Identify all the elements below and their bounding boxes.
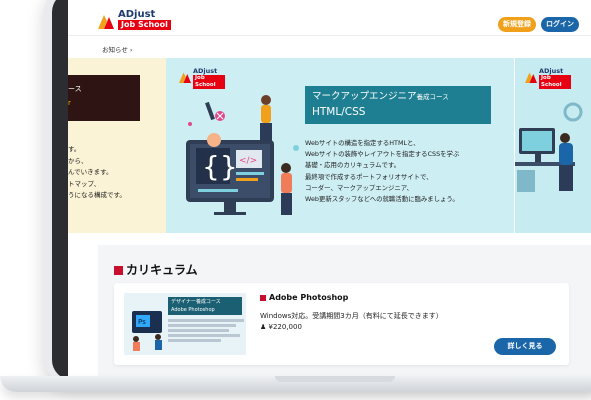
slide-logo-brand: ADjust <box>539 67 564 75</box>
course-title-box: マークアップエンジニア養成コース HTML/CSS <box>305 86 491 124</box>
slide-description: Webサイトの構造を指定するHTMLと、 Webサイトの装飾やレイアウトを指定す… <box>305 138 459 205</box>
user-icon: ♟ <box>260 323 267 331</box>
logo-mark-icon <box>179 72 191 83</box>
slide-title-line: r <box>68 99 71 107</box>
desc-line: Webサイトの装飾やレイアウトを指定するCSSを学ぶ <box>305 150 460 159</box>
laptop-mockup: ADjust Job School 新規登録 ログイン お知らせ › ース r … <box>0 0 591 400</box>
desc-line: んでいきます。 <box>68 168 113 176</box>
slide-logo-sub: Job School <box>539 75 571 89</box>
browser-screen: ADjust Job School 新規登録 ログイン お知らせ › ース r … <box>68 0 591 380</box>
desc-line: トマップ、 <box>68 179 101 188</box>
desc-line: す。 <box>68 145 81 153</box>
slide-logo: ADjust Job School <box>525 67 571 89</box>
course-name: Adobe Photoshop <box>260 293 348 302</box>
logo-brand: ADjust <box>118 9 156 20</box>
desc-line: から、 <box>68 156 88 165</box>
carousel-slide-prev[interactable]: ース r す。 から、 んでいきます。 トマップ、 うになる構成です。 <box>68 58 166 233</box>
carousel-pagination <box>320 237 360 252</box>
thumbnail-title: Adobe Photoshop <box>171 307 215 313</box>
desc-line: コーダー、マークアップエンジニア、 <box>305 183 413 192</box>
carousel-slide-active[interactable]: ADjust Job School {} </> マークアップエンジニア養成コー… <box>166 58 514 233</box>
svg-text:Ps: Ps <box>138 318 146 326</box>
svg-text:{}: {} <box>202 150 238 183</box>
thumbnail-header-line: デザイナー養成コース <box>171 299 221 305</box>
slide-description: す。 から、 んでいきます。 トマップ、 うになる構成です。 <box>68 144 126 202</box>
course-description: Windows対応。受講期間3カ月（有料にて延長できます） <box>260 312 443 320</box>
curriculum-section: カリキュラム Ps デザイナー養成コース Adobe Photoshop Ado… <box>98 245 591 380</box>
carousel-slide-next[interactable]: ADjust Job School <box>515 58 591 233</box>
workspace-illustration-icon <box>515 102 583 192</box>
course-title-suffix: 養成コース <box>416 93 449 101</box>
section-title-text: カリキュラム <box>126 263 198 277</box>
photoshop-illustration-icon: Ps <box>132 311 162 351</box>
section-title: カリキュラム <box>114 261 198 278</box>
slide-logo: ADjust Job School <box>179 67 225 89</box>
login-button[interactable]: ログイン <box>541 17 579 32</box>
thumbnail-text <box>168 317 244 344</box>
site-logo[interactable]: ADjust Job School <box>98 9 178 31</box>
details-button[interactable]: 詳しく見る <box>494 338 556 355</box>
news-link[interactable]: お知らせ › <box>102 44 133 54</box>
logo-mark-icon <box>98 15 114 29</box>
thumbnail-header: デザイナー養成コース Adobe Photoshop <box>168 297 242 315</box>
desc-line: 基礎・応用のカリキュラムです。 <box>305 161 401 170</box>
desc-line: うになる構成です。 <box>68 191 126 199</box>
laptop-notch <box>275 376 395 382</box>
hero-carousel[interactable]: ース r す。 から、 んでいきます。 トマップ、 うになる構成です。 ADju… <box>68 58 591 233</box>
book-icon <box>260 295 266 301</box>
logo-mark-icon <box>525 72 537 83</box>
developer-illustration-icon: {} </> <box>186 95 299 215</box>
slide-logo-sub: Job School <box>193 75 225 89</box>
slide-logo-brand: ADjust <box>193 67 218 75</box>
course-subtitle: HTML/CSS <box>312 106 366 118</box>
logo-subtitle: Job School <box>118 20 171 30</box>
desc-line: Webサイトの構造を指定するHTMLと、 <box>305 139 420 147</box>
slide-title-text: ース r <box>68 82 82 110</box>
course-card[interactable]: Ps デザイナー養成コース Adobe Photoshop Adobe Phot… <box>114 283 569 365</box>
site-header: ADjust Job School 新規登録 ログイン <box>68 0 591 36</box>
slide-title-line: ース <box>68 85 82 93</box>
course-name-text: Adobe Photoshop <box>269 293 349 302</box>
desc-line: Web更新スタッフなどへの就職活動に臨みましょう。 <box>305 195 459 204</box>
course-thumbnail[interactable]: Ps デザイナー養成コース Adobe Photoshop <box>124 293 246 355</box>
book-icon <box>114 266 123 275</box>
course-price-value: ¥220,000 <box>268 323 302 331</box>
desc-line: 最終項で作成するポートフォリオサイトで、 <box>305 172 433 181</box>
svg-text:</>: </> <box>239 156 257 166</box>
signup-button[interactable]: 新規登録 <box>498 17 536 32</box>
course-title-main: マークアップエンジニア <box>312 91 417 102</box>
course-title: マークアップエンジニア養成コース <box>312 91 449 103</box>
course-price: ♟ ¥220,000 <box>260 323 302 331</box>
